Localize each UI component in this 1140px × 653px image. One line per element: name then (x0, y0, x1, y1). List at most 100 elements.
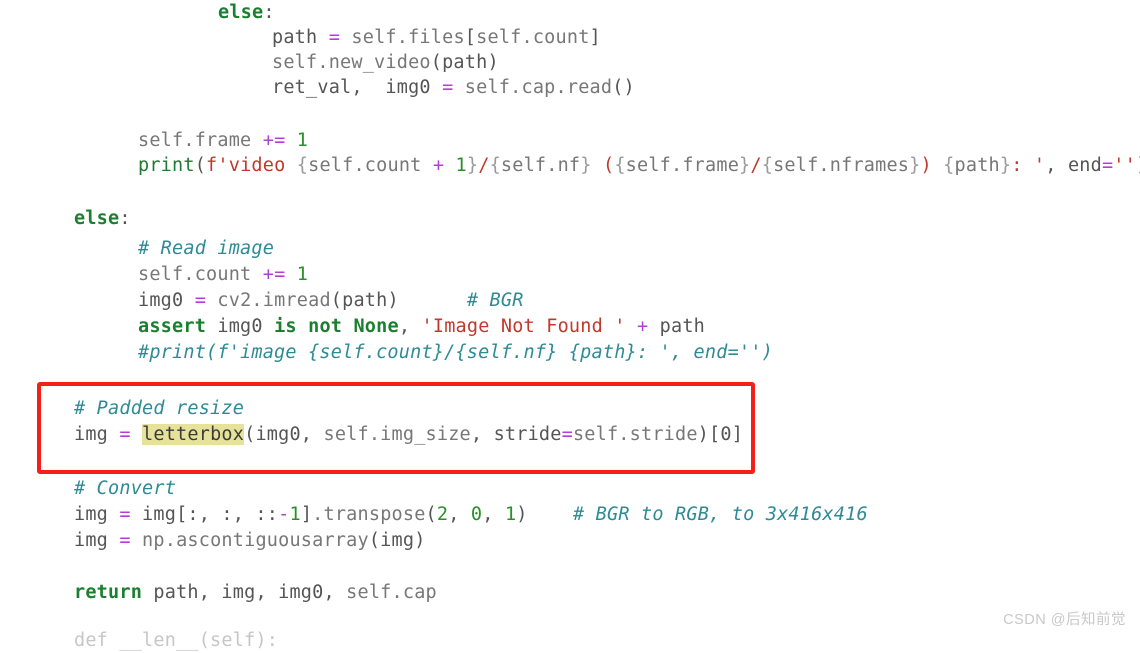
dot-2: . (521, 27, 533, 48)
var-path: path (272, 27, 318, 48)
brace-close-2: } (580, 155, 592, 176)
rbracket: ] (300, 504, 313, 525)
fn-letterbox-highlighted[interactable]: letterbox (142, 424, 245, 445)
plus-equals-op: += (262, 264, 286, 285)
keyword-else: else (74, 208, 120, 229)
assign-op: = (194, 290, 207, 311)
fn-ascontiguousarray: ascontiguousarray (176, 530, 369, 551)
keyword-else: else (218, 2, 264, 23)
minus-op: - (278, 504, 290, 525)
assign-op: = (119, 504, 131, 525)
keyword-return: return (74, 582, 143, 603)
brace-close-5: } (999, 155, 1012, 176)
code-line-else-outer: else: (218, 0, 275, 25)
code-line-partial-def-len: def __len__(self): (74, 628, 278, 653)
keyword-assert: assert (138, 316, 207, 337)
brace-close-3: } (739, 155, 751, 176)
var-img: img (74, 424, 109, 445)
ret-self-cap: self.cap (346, 582, 437, 603)
method-new-video: new_video (328, 52, 431, 73)
obj-self: self (272, 52, 318, 73)
slice-expr: :, :, :: (187, 504, 279, 525)
kwarg-assign: = (1101, 155, 1114, 176)
comma: , (351, 77, 363, 98)
code-line-imread: img0 = cv2.imread(path) # BGR (138, 288, 524, 313)
obj-self: self (351, 27, 397, 48)
dot-1: . (510, 77, 522, 98)
code-line-assert: assert img0 is not None, 'Image Not Foun… (138, 314, 705, 339)
rbracket: ] (589, 27, 601, 48)
attr-cap: cap (521, 77, 556, 98)
builtin-print: print (138, 155, 195, 176)
rparen: ) (487, 52, 499, 73)
brace-close-4: } (909, 155, 921, 176)
comma-2: , (470, 424, 494, 445)
obj-self: self (138, 130, 184, 151)
attr-files: files (408, 27, 465, 48)
code-line-comment-convert: # Convert (74, 476, 176, 501)
code-line-else-inner: else: (74, 206, 131, 231)
comma: , (398, 316, 411, 337)
code-line-comment-padded-resize: # Padded resize (74, 396, 244, 421)
keyword-not: not (308, 316, 343, 337)
string-image-not-found: 'Image Not Found ' (421, 316, 626, 337)
empty-string: '' (1113, 155, 1136, 176)
dot: . (183, 130, 195, 151)
expr-path: path (954, 155, 1000, 176)
rparen: ) (697, 424, 710, 445)
obj-self: self (464, 77, 511, 98)
brace-open-5: { (943, 155, 955, 176)
code-editor-surface: else: path = self.files[self.count] self… (0, 0, 1140, 651)
comment-padded-resize: # Padded resize (74, 398, 245, 419)
rparen: ) (414, 530, 426, 551)
comma-1: , (448, 504, 471, 525)
code-line-return: return path, img, img0, self.cap (74, 580, 437, 605)
plus-op: + (432, 155, 445, 176)
dot: . (183, 264, 195, 285)
module-cv2: cv2 (217, 290, 252, 311)
dot-2: . (555, 77, 567, 98)
method-read: read (566, 77, 613, 98)
comment-print-image: #print(f'image {self.count}/{self.nf} {p… (138, 342, 773, 363)
dot: . (317, 52, 329, 73)
expr-self-frame: self.frame (625, 155, 740, 176)
arg-img0: img0 (255, 424, 301, 445)
obj-self-2: self (476, 27, 522, 48)
fstring-text-video: video (228, 155, 297, 176)
arg-path: path (342, 290, 388, 311)
number-1: 1 (504, 504, 517, 525)
code-line-count-increment: self.count += 1 (138, 262, 308, 287)
lparen: ( (194, 155, 207, 176)
var-img0: img0 (217, 316, 263, 337)
kwarg-stride: stride (493, 424, 562, 445)
attr-count: count (532, 27, 590, 48)
number-one: 1 (455, 155, 467, 176)
var-ret-val: ret_val (272, 77, 352, 98)
brace-open-3: { (614, 155, 626, 176)
fstring-text-open-paren: ( (591, 155, 615, 176)
arg-img: img (380, 530, 415, 551)
fstring-prefix: f' (206, 155, 229, 176)
dot: . (396, 27, 409, 48)
slash-1: / (478, 155, 490, 176)
number-0: 0 (470, 504, 483, 525)
lparen: ( (368, 530, 381, 551)
plus-equals-op: += (262, 130, 286, 151)
arg-self-stride: self.stride (572, 424, 698, 445)
dot: . (251, 290, 263, 311)
brace-close-1: } (466, 155, 479, 176)
comment-bgr: # BGR (466, 290, 524, 311)
code-line-cap-read: ret_val, img0 = self.cap.read() (272, 75, 635, 100)
comment-bgr-to-rgb: # BGR to RGB, to 3x416x416 (573, 504, 868, 525)
comment-convert: # Convert (74, 478, 177, 499)
keyword-none: None (353, 316, 399, 337)
expr-self-nframes: self.nframes (773, 155, 910, 176)
comma-sep: , (1045, 155, 1068, 176)
comma-2: , (255, 582, 279, 603)
number-one: 1 (296, 130, 309, 151)
number-2: 2 (436, 504, 449, 525)
quote-end: ' (1033, 155, 1046, 176)
rparen: ) (1136, 155, 1140, 176)
dot: . (312, 504, 324, 525)
parens: () (612, 77, 635, 98)
